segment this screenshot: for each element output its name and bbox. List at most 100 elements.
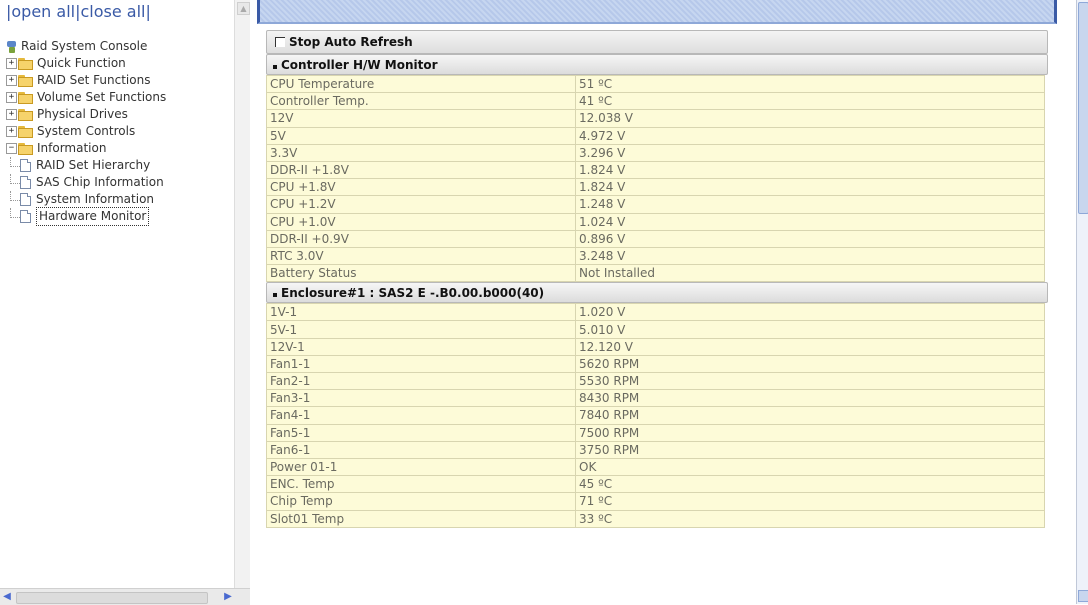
document-icon xyxy=(20,176,31,189)
open-folder-icon xyxy=(18,142,34,155)
row-value: 12.038 V xyxy=(575,109,1045,128)
tree-item-hardware-monitor[interactable]: Hardware Monitor xyxy=(6,207,166,226)
row-value: 5620 RPM xyxy=(575,354,1045,374)
close-all-link[interactable]: close all xyxy=(81,2,146,21)
navigation-tree: Raid System Console + Quick Function + R… xyxy=(6,38,166,226)
table-row: 3.3V 3.296 V xyxy=(266,143,1045,162)
tree-item-system-information[interactable]: System Information xyxy=(6,191,166,208)
row-value: 1.824 V xyxy=(575,160,1045,180)
tree-root-label: Raid System Console xyxy=(21,39,148,53)
section-header-controller: Controller H/W Monitor xyxy=(266,54,1048,75)
tree-root[interactable]: Raid System Console xyxy=(6,38,166,55)
tree-folder-system-controls[interactable]: + System Controls xyxy=(6,123,166,140)
row-value: 7500 RPM xyxy=(575,423,1045,442)
tree-folder-volume-set-functions[interactable]: + Volume Set Functions xyxy=(6,89,166,106)
row-label: ENC. Temp xyxy=(266,475,576,494)
table-row: Slot01 Temp 33 ºC xyxy=(266,509,1045,528)
table-row: ENC. Temp 45 ºC xyxy=(266,475,1045,494)
row-value: 1.020 V xyxy=(575,303,1045,322)
collapse-icon[interactable]: − xyxy=(6,143,17,154)
expand-icon[interactable]: + xyxy=(6,92,17,103)
row-value: 5530 RPM xyxy=(575,371,1045,391)
open-all-link[interactable]: open all xyxy=(11,2,75,21)
row-label: CPU +1.2V xyxy=(266,195,576,214)
table-row: 12V-1 12.120 V xyxy=(266,337,1045,356)
scroll-right-icon[interactable]: ▶ xyxy=(222,591,234,603)
left-vertical-scrollbar[interactable]: ▲ xyxy=(234,0,251,588)
row-label: RTC 3.0V xyxy=(266,246,576,266)
tree-item-label-selected: Hardware Monitor xyxy=(36,207,150,226)
table-row: Fan2-1 5530 RPM xyxy=(266,371,1045,391)
row-label: 3.3V xyxy=(266,143,576,162)
row-value: 3.248 V xyxy=(575,246,1045,266)
hardware-monitor-panel: Stop Auto Refresh Controller H/W Monitor… xyxy=(266,30,1048,528)
scroll-left-icon[interactable]: ◀ xyxy=(1,591,13,603)
console-icon xyxy=(6,40,17,53)
tree-folder-raid-set-functions[interactable]: + RAID Set Functions xyxy=(6,72,166,89)
expand-icon[interactable]: + xyxy=(6,75,17,86)
row-label: Power 01-1 xyxy=(266,457,576,477)
tree-item-raid-set-hierarchy[interactable]: RAID Set Hierarchy xyxy=(6,157,166,174)
table-row: DDR-II +0.9V 0.896 V xyxy=(266,229,1045,248)
tree-folder-label: Information xyxy=(37,141,107,155)
row-label: 1V-1 xyxy=(266,303,576,322)
tree-folder-quick-function[interactable]: + Quick Function xyxy=(6,55,166,72)
row-value: 51 ºC xyxy=(575,74,1045,94)
stop-auto-refresh-checkbox[interactable] xyxy=(275,37,285,47)
tree-folder-label: RAID Set Functions xyxy=(37,73,151,87)
document-icon xyxy=(20,193,31,206)
tree-folder-label: Physical Drives xyxy=(37,107,128,121)
bullet-icon xyxy=(273,64,277,69)
controller-monitor-table: CPU Temperature 51 ºC Controller Temp. 41 º… xyxy=(266,74,1045,283)
stop-auto-refresh-row: Stop Auto Refresh xyxy=(266,30,1048,54)
row-value: 1.824 V xyxy=(575,178,1045,197)
tree-item-label: System Information xyxy=(36,192,155,206)
document-icon xyxy=(20,210,31,223)
row-label: DDR-II +0.9V xyxy=(266,229,576,248)
row-value: 33 ºC xyxy=(575,509,1045,528)
content-vertical-scrollbar[interactable] xyxy=(1076,0,1088,604)
row-value: 3.296 V xyxy=(575,143,1045,162)
folder-icon xyxy=(18,57,34,70)
document-icon xyxy=(20,159,31,172)
expand-icon[interactable]: + xyxy=(6,58,17,69)
tree-folder-label: System Controls xyxy=(37,124,136,138)
row-label: Slot01 Temp xyxy=(266,509,576,528)
stop-auto-refresh-label[interactable]: Stop Auto Refresh xyxy=(289,35,413,49)
expand-icon[interactable]: + xyxy=(6,126,17,137)
row-label: CPU Temperature xyxy=(266,74,576,94)
row-value: 3750 RPM xyxy=(575,440,1045,459)
row-value: Not Installed xyxy=(575,264,1045,283)
table-row: Power 01-1 OK xyxy=(266,457,1045,477)
row-label: 5V xyxy=(266,126,576,145)
section-header-enclosure: Enclosure#1 : SAS2 E -.B0.00.b000(40) xyxy=(266,282,1048,304)
tree-folder-physical-drives[interactable]: + Physical Drives xyxy=(6,106,166,123)
scroll-down-icon[interactable] xyxy=(1078,590,1088,602)
row-value: 12.120 V xyxy=(575,337,1045,356)
row-value: 0.896 V xyxy=(575,229,1045,248)
row-label: DDR-II +1.8V xyxy=(266,160,576,180)
scroll-up-icon[interactable]: ▲ xyxy=(237,2,250,15)
row-label: Battery Status xyxy=(266,264,576,283)
navigation-frame: |open all|close all| Raid System Console… xyxy=(0,0,251,605)
scrollbar-thumb[interactable] xyxy=(16,592,208,604)
expand-icon[interactable]: + xyxy=(6,109,17,120)
row-label: CPU +1.0V xyxy=(266,212,576,231)
scrollbar-thumb[interactable] xyxy=(1078,2,1088,214)
tree-item-sas-chip-information[interactable]: SAS Chip Information xyxy=(6,174,166,191)
table-row: Battery Status Not Installed xyxy=(266,264,1045,283)
section-title: Enclosure#1 : SAS2 E -.B0.00.b000(40) xyxy=(281,285,545,300)
tree-toolbar: |open all|close all| xyxy=(6,2,151,21)
row-label: Fan3-1 xyxy=(266,389,576,408)
bullet-icon xyxy=(273,292,277,297)
left-horizontal-scrollbar[interactable]: ◀ ▶ xyxy=(0,588,250,605)
table-row: CPU +1.0V 1.024 V xyxy=(266,212,1045,231)
tree-folder-label: Quick Function xyxy=(37,56,126,70)
table-row: Fan5-1 7500 RPM xyxy=(266,423,1045,442)
row-label: 5V-1 xyxy=(266,320,576,339)
tree-folder-information[interactable]: − Information xyxy=(6,140,166,157)
row-label: Controller Temp. xyxy=(266,92,576,111)
row-label: 12V xyxy=(266,109,576,128)
table-row: CPU +1.2V 1.248 V xyxy=(266,195,1045,214)
table-row: RTC 3.0V 3.248 V xyxy=(266,246,1045,266)
